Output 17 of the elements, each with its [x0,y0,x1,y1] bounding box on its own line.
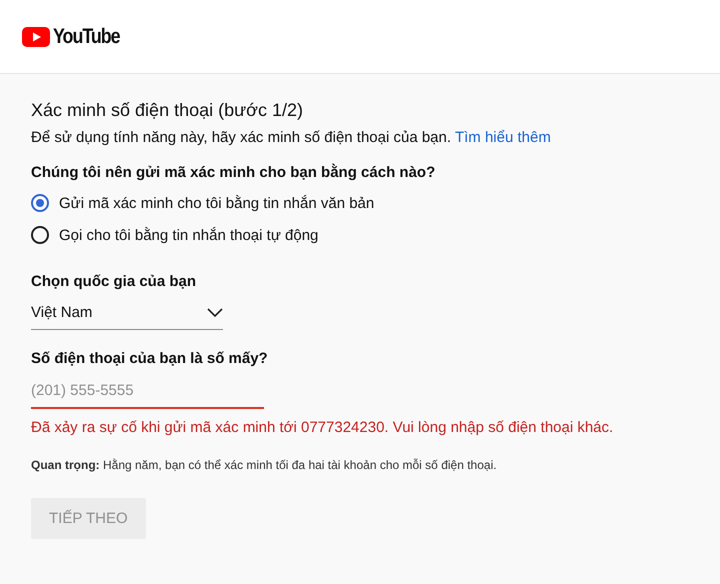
learn-more-link[interactable]: Tìm hiểu thêm [454,129,551,146]
radio-label[interactable]: Gọi cho tôi bằng tin nhắn thoại tự động [59,226,318,244]
country-dropdown[interactable]: Việt Nam [31,296,223,330]
error-message: Đã xảy ra sự cố khi gửi mã xác minh tới 0777324230. Vui lòng nhập số điện thoại khác. [31,419,614,436]
youtube-logo-icon [22,26,50,46]
chevron-down-icon [207,308,223,318]
radio-button[interactable] [31,194,49,212]
description-text: Để sử dụng tính năng này, hãy xác minh số điện thoại của bạn. Tìm hiểu thêm [31,129,552,146]
phone-input-field[interactable]: (201) 555-5555 [31,373,264,409]
method-question: Chúng tôi nên gửi mã xác minh cho bạn bằng cách nào? [31,164,436,181]
country-label: Chọn quốc gia của bạn [31,273,198,290]
phone-label: Số điện thoại của bạn là số mấy? [31,350,269,367]
page-title: Xác minh số điện thoại (bước 1/2) [31,100,304,121]
logo-text[interactable]: YouTube [53,24,120,48]
note-text: Quan trọng: Hằng năm, bạn có thể xác minh tối đa hai tài khoản cho mỗi số điện thoại. [31,458,498,472]
radio-label[interactable]: Gửi mã xác minh cho tôi bằng tin nhắn văn bản [59,194,374,212]
radio-button[interactable] [31,226,49,244]
